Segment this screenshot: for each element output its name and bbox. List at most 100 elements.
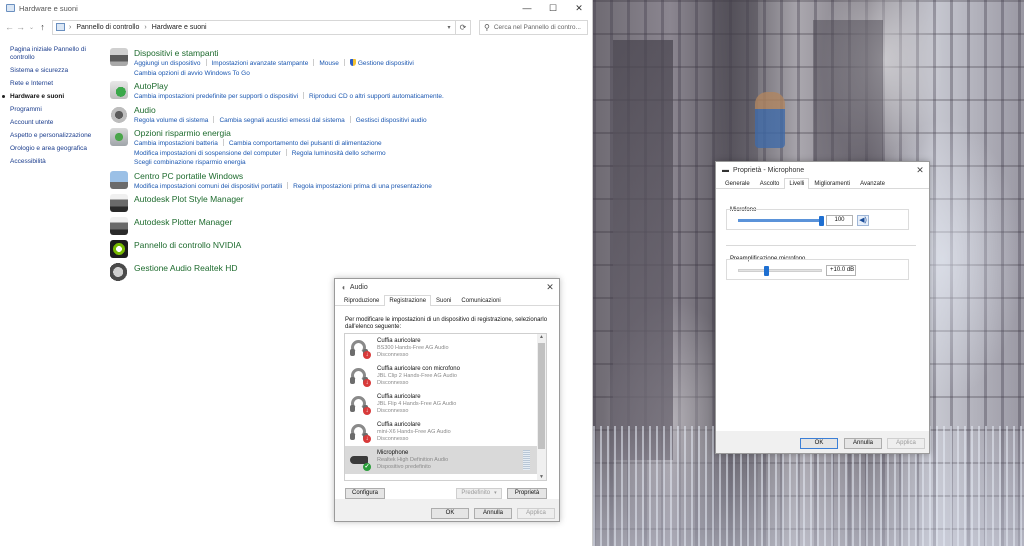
category-link[interactable]: Cambia impostazioni predefinite per supp…: [134, 92, 298, 102]
chevron-down-icon[interactable]: ▾: [443, 24, 455, 31]
realtek-audio-icon[interactable]: [110, 263, 128, 281]
set-default-label: Predefinito: [461, 490, 491, 496]
category-title-link[interactable]: AutoPlay: [134, 81, 444, 92]
recording-device-list[interactable]: ↓ Cuffia auricolare BS300 Hands-Free AG Au…: [344, 333, 547, 481]
category-title-link[interactable]: Centro PC portatile Windows: [134, 171, 432, 182]
back-arrow-icon[interactable]: ←: [4, 22, 15, 32]
autodesk-plot-style-icon[interactable]: [110, 194, 128, 212]
category-link[interactable]: Impostazioni avanzate stampante: [212, 59, 309, 69]
tab-comunicazioni[interactable]: Comunicazioni: [456, 295, 505, 305]
mobility-center-icon[interactable]: [110, 170, 128, 189]
apply-button[interactable]: Applica: [887, 438, 925, 449]
category-title-link[interactable]: Dispositivi e stampanti: [134, 48, 414, 59]
left-nav-item[interactable]: Rete e Internet: [10, 80, 100, 88]
category-link[interactable]: Riproduci CD o altri supporti automatica…: [309, 92, 444, 102]
device-text: Cuffia auricolare JBL Flip 4 Hands-Free A…: [377, 394, 456, 415]
ok-button[interactable]: OK: [800, 438, 838, 449]
microphone-level-thumb[interactable]: [819, 216, 824, 226]
category-title-link[interactable]: Autodesk Plotter Manager: [134, 217, 232, 228]
ok-button[interactable]: OK: [431, 508, 469, 519]
nvidia-icon[interactable]: [110, 240, 128, 258]
left-nav-item[interactable]: Programmi: [10, 106, 100, 114]
breadcrumb-item[interactable]: Hardware e suoni: [152, 24, 207, 31]
breadcrumb-chevron-icon[interactable]: ›: [144, 24, 146, 31]
autoplay-icon[interactable]: [110, 81, 128, 99]
close-icon[interactable]: ✕: [911, 165, 929, 176]
recent-locations-chevron-icon[interactable]: ⌄: [26, 24, 37, 31]
breadcrumb-chevron-icon[interactable]: ›: [69, 24, 71, 31]
category-link[interactable]: Regola impostazioni prima di una present…: [293, 182, 432, 192]
category-title-link[interactable]: Opzioni risparmio energia: [134, 128, 386, 139]
recording-device-item[interactable]: ↓ Cuffia auricolare con microfono JBL Clip…: [345, 362, 546, 390]
category-link[interactable]: Regola luminosità dello schermo: [292, 149, 386, 159]
close-icon[interactable]: ✕: [566, 0, 592, 16]
recording-device-item[interactable]: ↓ Cuffia auricolare JBL Flip 4 Hands-Free …: [345, 390, 546, 418]
category-link[interactable]: Cambia impostazioni batteria: [134, 139, 218, 149]
printer-icon[interactable]: [110, 48, 128, 66]
cancel-button[interactable]: Annulla: [474, 508, 512, 519]
tab-miglioramenti[interactable]: Miglioramenti: [809, 178, 855, 188]
scroll-down-arrow-icon[interactable]: ▼: [537, 474, 546, 480]
scrollbar-thumb[interactable]: [538, 343, 545, 449]
maximize-icon[interactable]: ☐: [540, 0, 566, 16]
forward-arrow-icon[interactable]: →: [15, 22, 26, 32]
category-link[interactable]: Scegli combinazione risparmio energia: [134, 158, 246, 168]
category-body: Autodesk Plotter Manager: [134, 217, 232, 228]
mic-boost-slider[interactable]: [738, 269, 822, 272]
category-link[interactable]: Cambia comportamento dei pulsanti di ali…: [229, 139, 382, 149]
scroll-up-arrow-icon[interactable]: ▲: [537, 334, 546, 340]
minimize-icon[interactable]: —: [514, 0, 540, 16]
tab-avanzate[interactable]: Avanzate: [855, 178, 890, 188]
properties-button[interactable]: Proprietà: [507, 488, 547, 499]
category-link[interactable]: Modifica impostazioni comuni dei disposi…: [134, 182, 282, 192]
category-title-link[interactable]: Gestione Audio Realtek HD: [134, 263, 237, 274]
category-link[interactable]: Gestisci dispositivi audio: [356, 116, 427, 126]
left-nav-item[interactable]: Pagina iniziale Pannello di controllo: [10, 46, 100, 62]
address-bar[interactable]: › Pannello di controllo › Hardware e suo…: [52, 19, 456, 35]
device-text: Microphone Realtek High Definition Audio D…: [377, 450, 448, 471]
category-link[interactable]: Cambia segnali acustici emessi dal siste…: [219, 116, 344, 126]
up-arrow-icon[interactable]: ↑: [37, 22, 48, 32]
category-title-link[interactable]: Autodesk Plot Style Manager: [134, 194, 244, 205]
apply-button[interactable]: Applica: [517, 508, 555, 519]
tab-riproduzione[interactable]: Riproduzione: [339, 295, 384, 305]
category-title-link[interactable]: Audio: [134, 105, 427, 116]
battery-icon[interactable]: [110, 128, 128, 146]
autodesk-plotter-icon[interactable]: [110, 217, 128, 235]
left-nav-item[interactable]: Aspetto e personalizzazione: [10, 132, 100, 140]
close-icon[interactable]: ✕: [541, 282, 559, 293]
refresh-icon[interactable]: ⟳: [456, 19, 471, 35]
category-link[interactable]: Cambia opzioni di avvio Windows To Go: [134, 69, 250, 79]
breadcrumb-item[interactable]: Pannello di controllo: [76, 24, 139, 31]
category-link[interactable]: Gestione dispositivi: [358, 59, 414, 69]
configure-button[interactable]: Configura: [345, 488, 385, 499]
device-list-scrollbar[interactable]: ▲ ▼: [537, 334, 546, 480]
recording-device-item[interactable]: ✓ Microphone Realtek High Definition Audio…: [345, 446, 546, 474]
cancel-button[interactable]: Annulla: [844, 438, 882, 449]
left-nav-item[interactable]: Accessibilità: [10, 158, 100, 166]
left-nav-item[interactable]: Account utente: [10, 119, 100, 127]
recording-device-item[interactable]: ↓ Cuffia auricolare BS300 Hands-Free AG Au…: [345, 334, 546, 362]
chevron-down-icon[interactable]: ▾: [494, 490, 497, 496]
tab-generale[interactable]: Generale: [720, 178, 755, 188]
speaker-icon[interactable]: [110, 104, 128, 123]
device-status: Dispositivo predefinito: [377, 463, 431, 470]
category-link[interactable]: Modifica impostazioni di sospensione del…: [134, 149, 281, 159]
category-link[interactable]: Mouse: [319, 59, 339, 69]
tab-ascolto[interactable]: Ascolto: [755, 178, 785, 188]
category-link[interactable]: Regola volume di sistema: [134, 116, 208, 126]
mic-boost-thumb[interactable]: [764, 266, 769, 276]
tab-registrazione[interactable]: Registrazione: [384, 295, 432, 306]
left-nav-item[interactable]: Sistema e sicurezza: [10, 67, 100, 75]
microphone-level-value[interactable]: 100: [826, 215, 853, 226]
recording-device-item[interactable]: ↓ Cuffia auricolare mini-X6 Hands-Free AG …: [345, 418, 546, 446]
category-links-line: Modifica impostazioni comuni dei disposi…: [134, 181, 432, 192]
category-link[interactable]: Aggiungi un dispositivo: [134, 59, 201, 69]
category-title-link[interactable]: Pannello di controllo NVIDIA: [134, 240, 241, 251]
left-nav-item[interactable]: Orologio e area geografica: [10, 145, 100, 153]
tab-livelli[interactable]: Livelli: [784, 178, 810, 189]
mute-speaker-icon[interactable]: ◀): [857, 215, 869, 226]
set-default-button[interactable]: Predefinito ▾: [456, 488, 502, 499]
tab-suoni[interactable]: Suoni: [431, 295, 456, 305]
search-input[interactable]: ⚲ Cerca nel Pannello di contro...: [479, 19, 588, 35]
